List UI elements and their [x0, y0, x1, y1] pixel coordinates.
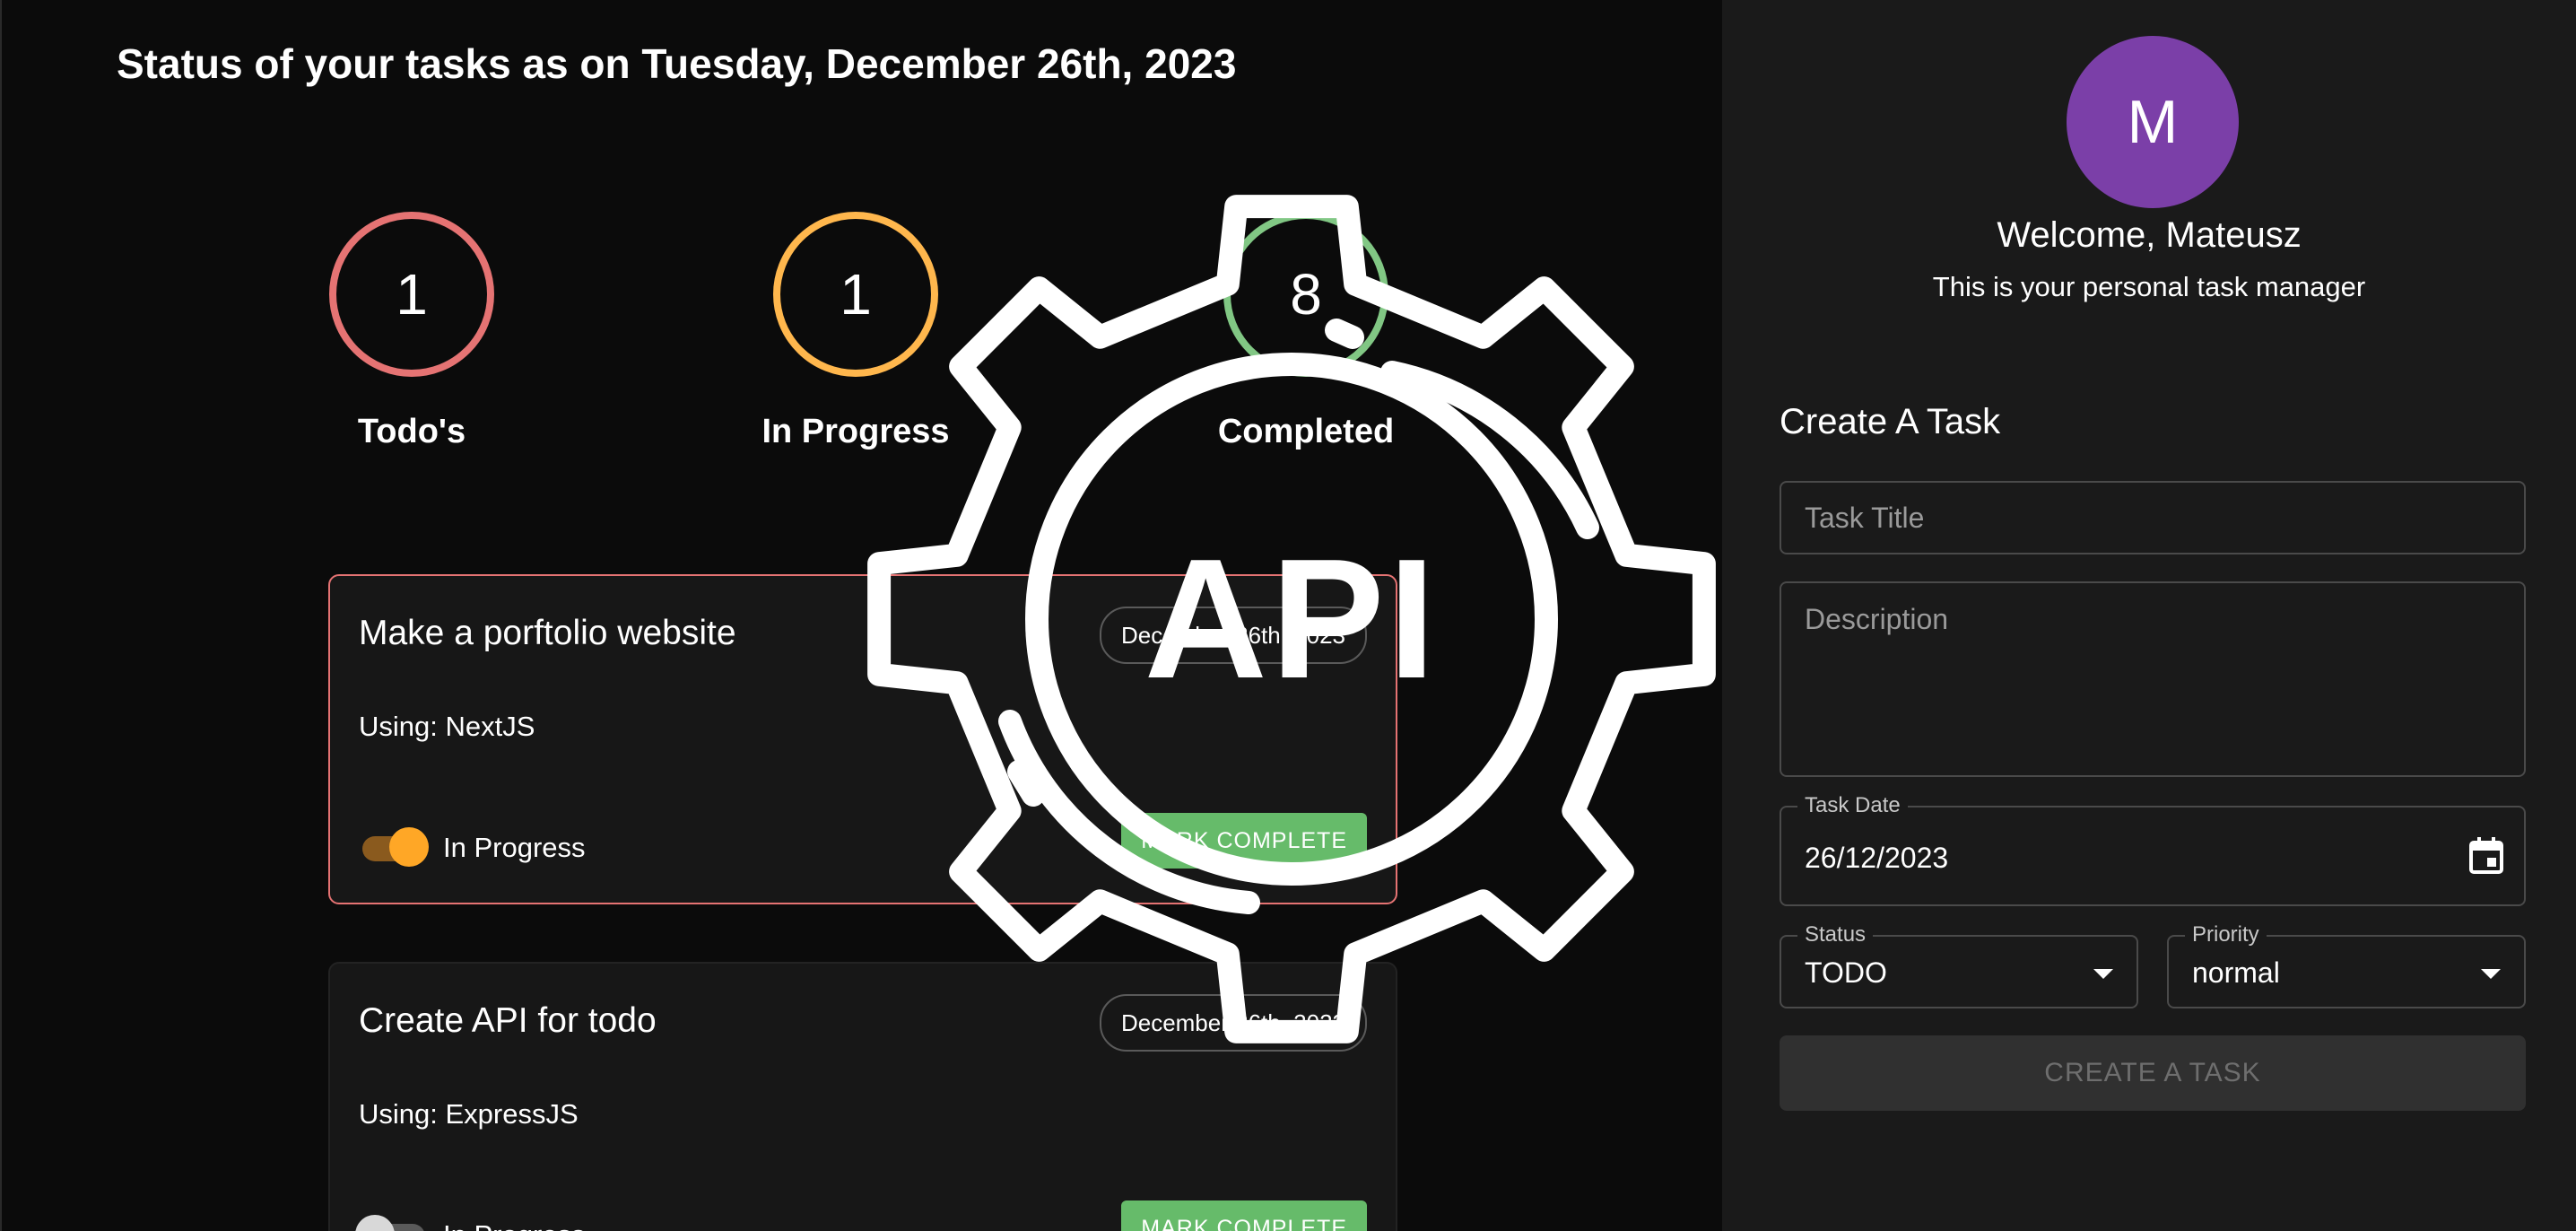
create-task-heading: Create A Task: [1780, 402, 2001, 441]
avatar: M: [2067, 36, 2239, 208]
gear-tick-bottom: [1007, 760, 1045, 807]
chevron-down-icon[interactable]: [2481, 969, 2501, 979]
calendar-icon[interactable]: [2468, 836, 2504, 880]
toggle-label: In Progress: [443, 1219, 586, 1231]
welcome-text: Welcome, Mateusz: [1997, 215, 2302, 255]
priority-value: normal: [2192, 956, 2280, 989]
description-input[interactable]: [1781, 583, 2524, 775]
todos-label: Todo's: [357, 413, 466, 450]
status-select[interactable]: Status TODO: [1780, 922, 2138, 1008]
toggle-thumb: [355, 1215, 395, 1231]
task-date-value: 26/12/2023: [1805, 842, 1949, 874]
task-title: Make a porftolio website: [359, 614, 736, 652]
api-gear-icon[interactable]: API: [861, 179, 1722, 1059]
task-title: Create API for todo: [359, 1001, 657, 1040]
description-field[interactable]: [1780, 581, 2526, 777]
chevron-down-icon[interactable]: [2093, 969, 2113, 979]
task-date-label: Task Date: [1797, 793, 1908, 818]
create-task-button[interactable]: CREATE A TASK: [1780, 1035, 2526, 1111]
status-label: Status: [1797, 922, 1874, 947]
todos-count-ring: 1: [329, 212, 494, 377]
task-date-field[interactable]: Task Date 26/12/2023: [1780, 793, 2526, 906]
api-gear-graphic: [867, 195, 1716, 1043]
mark-complete-button[interactable]: MARK COMPLETE: [1121, 1200, 1367, 1231]
gear-tick-top: [1325, 319, 1364, 349]
task-title-input[interactable]: [1781, 483, 2524, 553]
gear-outline: [867, 195, 1716, 1043]
page-title: Status of your tasks as on Tuesday, Dece…: [117, 40, 1237, 87]
status-value: TODO: [1805, 956, 1887, 989]
task-description: Using: NextJS: [359, 711, 535, 742]
toggle-label: In Progress: [443, 832, 586, 863]
task-description: Using: ExpressJS: [359, 1098, 579, 1130]
tagline-text: This is your personal task manager: [1932, 271, 2366, 302]
in-progress-toggle[interactable]: [359, 827, 429, 867]
priority-label: Priority: [2185, 922, 2267, 947]
app-root: Status of your tasks as on Tuesday, Dece…: [0, 0, 2576, 1231]
priority-select[interactable]: Priority normal: [2167, 922, 2526, 1008]
toggle-thumb: [389, 827, 429, 867]
in-progress-toggle[interactable]: [355, 1215, 429, 1231]
gear-inner-ring: [1025, 353, 1558, 886]
stat-todos: 1 Todo's: [295, 212, 528, 451]
task-title-field[interactable]: [1780, 481, 2526, 554]
sidebar: M Welcome, Mateusz This is your personal…: [1722, 0, 2576, 1231]
